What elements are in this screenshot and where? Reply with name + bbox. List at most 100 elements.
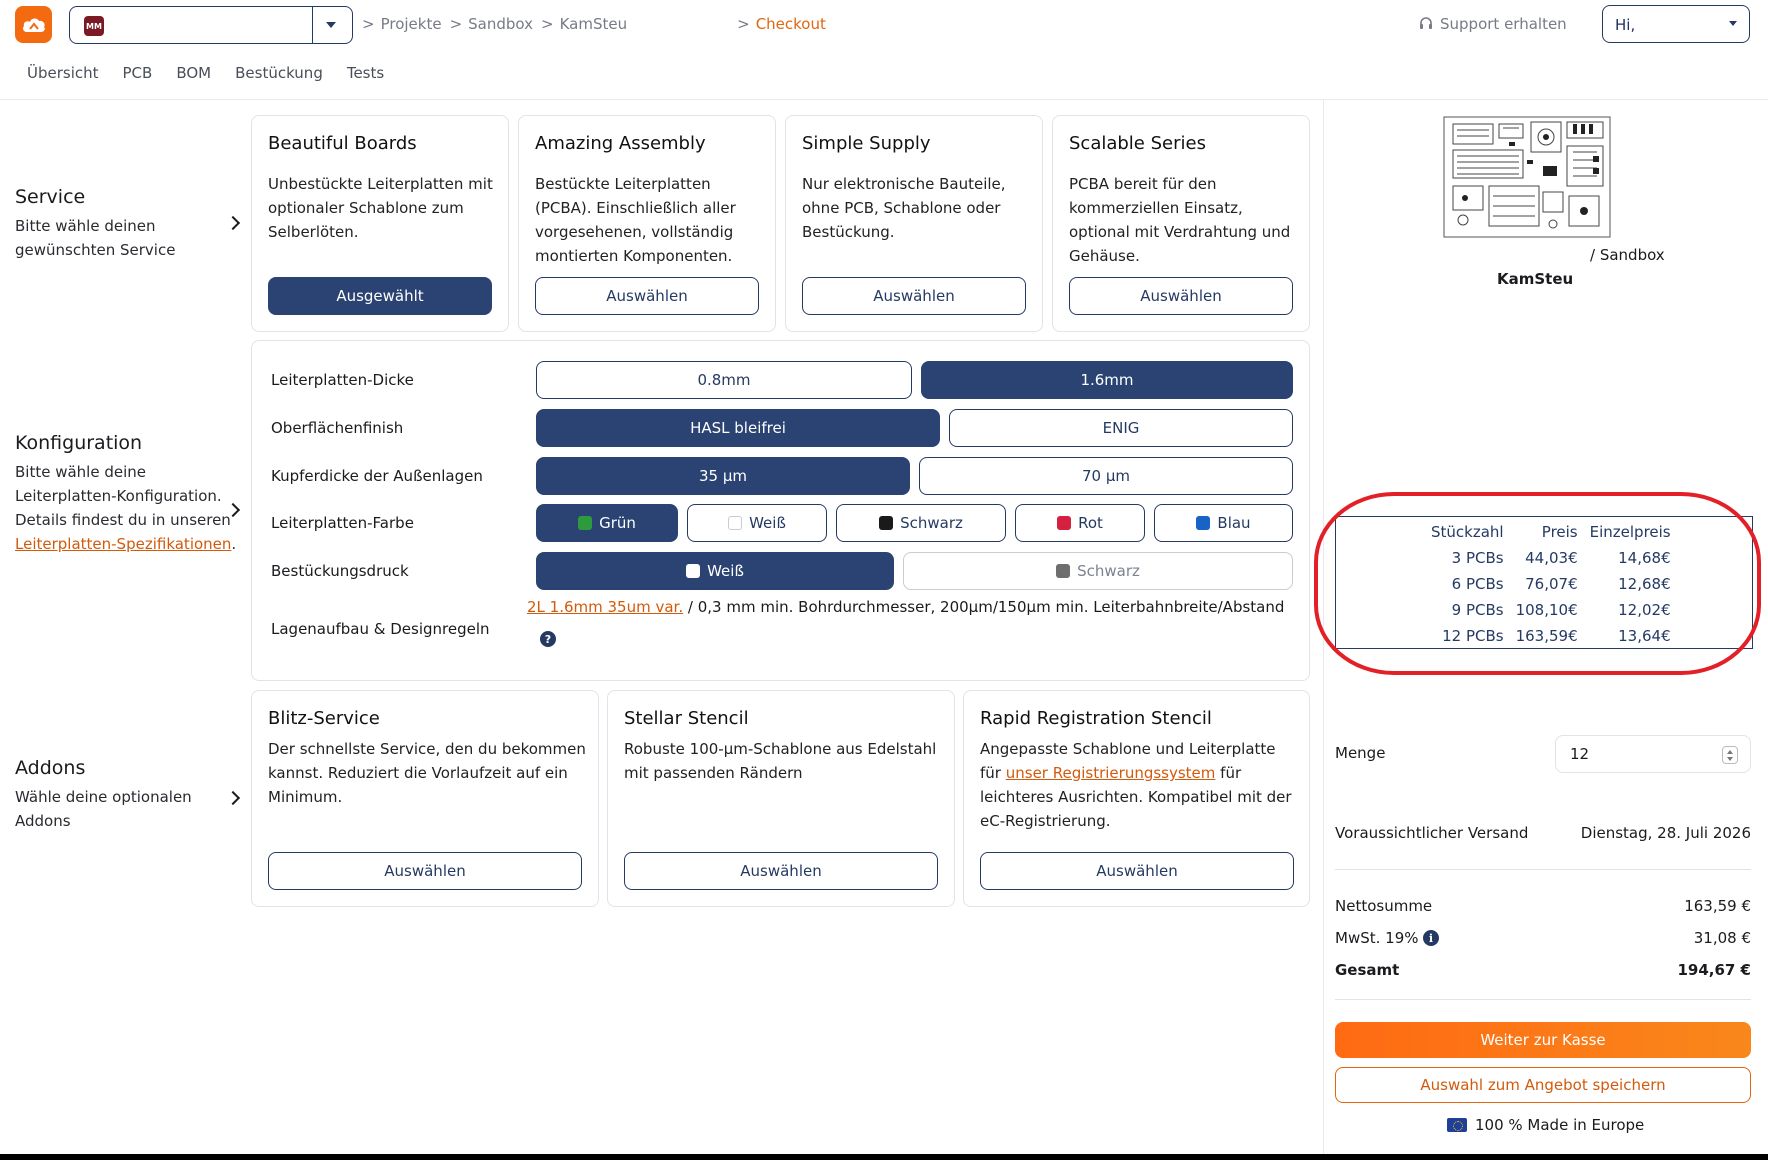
copper-option-70um[interactable]: 70 µm xyxy=(919,457,1293,495)
support-link[interactable]: Support erhalten xyxy=(1418,14,1567,34)
breadcrumb-checkout[interactable]: Checkout xyxy=(756,15,826,33)
red-highlight-annotation xyxy=(1314,492,1761,675)
chevron-down-icon[interactable] xyxy=(326,22,336,28)
select-button[interactable]: Auswählen xyxy=(535,277,759,315)
option-label: Schwarz xyxy=(900,514,963,532)
config-desc: Bitte wähle deine Leiterplatten-Konfigur… xyxy=(15,463,231,529)
tab-pcb[interactable]: PCB xyxy=(123,64,153,82)
service-card-amazing-assembly: Amazing Assembly Bestückte Leiterplatten… xyxy=(518,115,776,332)
copper-label: Kupferdicke der Außenlagen xyxy=(271,467,483,485)
config-desc-block: Bitte wähle deine Leiterplatten-Konfigur… xyxy=(15,460,240,556)
stackup-link[interactable]: 2L 1.6mm 35um var. xyxy=(527,598,683,616)
service-desc: Bitte wähle deinen gewünschten Service xyxy=(15,217,176,259)
tab-bestueckung[interactable]: Bestückung xyxy=(235,64,323,82)
spec-link[interactable]: Leiterplatten-Spezifikationen xyxy=(15,535,231,553)
color-option-weiss[interactable]: Weiß xyxy=(687,504,827,542)
color-swatch xyxy=(1056,564,1071,578)
chevron-down-icon xyxy=(1729,21,1737,26)
color-option-blau[interactable]: Blau xyxy=(1154,504,1293,542)
option-label: Weiß xyxy=(707,562,744,580)
color-swatch xyxy=(879,516,894,530)
stackup-label: Lagenaufbau & Designregeln xyxy=(271,620,490,638)
option-label: Grün xyxy=(599,514,636,532)
service-section-label: Service Bitte wähle deinen gewünschten S… xyxy=(15,186,240,262)
finish-option-hasl[interactable]: HASL bleifrei xyxy=(536,409,940,447)
option-label: Schwarz xyxy=(1077,562,1140,580)
tab-tests[interactable]: Tests xyxy=(347,64,384,82)
card-title: Rapid Registration Stencil xyxy=(980,708,1212,729)
silkscreen-option-schwarz[interactable]: Schwarz xyxy=(903,552,1293,590)
select-button[interactable]: Auswählen xyxy=(802,277,1026,315)
addons-section-label: Addons Wähle deine optionalen Addons xyxy=(15,757,240,833)
quantity-value: 12 xyxy=(1570,745,1590,763)
color-swatch xyxy=(578,516,593,530)
card-title: Beautiful Boards xyxy=(268,133,417,154)
addon-card-rapid-registration-stencil: Rapid Registration Stencil Angepasste Sc… xyxy=(963,690,1310,907)
select-button[interactable]: Auswählen xyxy=(268,852,582,890)
help-icon[interactable]: ? xyxy=(540,631,556,647)
breadcrumb-project[interactable]: KamSteu xyxy=(560,15,628,33)
thickness-option-0-8mm[interactable]: 0.8mm xyxy=(536,361,912,399)
checkout-button[interactable]: Weiter zur Kasse xyxy=(1335,1022,1751,1058)
option-label: Weiß xyxy=(749,514,786,532)
stackup-info: 2L 1.6mm 35um var. / 0,3 mm min. Bohrdur… xyxy=(527,598,1284,616)
made-in-label: 100 % Made in Europe xyxy=(1475,1116,1645,1134)
user-menu[interactable]: Hi, xyxy=(1602,5,1750,43)
project-avatar: MM xyxy=(84,16,104,36)
addons-title: Addons xyxy=(15,757,86,779)
select-button[interactable]: Auswählen xyxy=(624,852,938,890)
vat-value: 31,08 € xyxy=(1693,929,1751,947)
app-window: MM > Projekte > Sandbox > KamSteu > Chec… xyxy=(0,0,1768,1154)
select-button[interactable]: Auswählen xyxy=(980,852,1294,890)
tab-uebersicht[interactable]: Übersicht xyxy=(27,64,99,82)
config-section-label: Konfiguration Bitte wähle deine Leiterpl… xyxy=(15,432,240,556)
color-swatch xyxy=(728,516,743,530)
stepper-icon[interactable] xyxy=(1722,746,1738,764)
net-label: Nettosumme xyxy=(1335,897,1433,915)
info-icon[interactable]: i xyxy=(1423,930,1439,946)
registration-system-link[interactable]: unser Registrierungssystem xyxy=(1006,764,1216,782)
addons-desc: Wähle deine optionalen Addons xyxy=(15,788,192,830)
silkscreen-option-weiss[interactable]: Weiß xyxy=(536,552,894,590)
quantity-input[interactable]: 12 xyxy=(1555,735,1751,773)
user-greeting: Hi, xyxy=(1615,16,1636,34)
breadcrumb-projekte[interactable]: Projekte xyxy=(381,15,442,33)
color-option-gruen[interactable]: Grün xyxy=(536,504,678,542)
copper-option-35um[interactable]: 35 µm xyxy=(536,457,910,495)
color-option-schwarz[interactable]: Schwarz xyxy=(836,504,1006,542)
card-desc: Bestückte Leiterplatten (PCBA). Einschli… xyxy=(535,175,736,265)
shipping-date: Dienstag, 28. Juli 2026 xyxy=(1580,824,1751,842)
config-desc-end: . xyxy=(231,535,237,553)
option-label: 35 µm xyxy=(698,467,747,485)
card-desc: Unbestückte Leiterplatten mit optionaler… xyxy=(268,175,493,241)
quantity-label: Menge xyxy=(1335,744,1386,762)
color-option-rot[interactable]: Rot xyxy=(1015,504,1145,542)
tab-bom[interactable]: BOM xyxy=(176,64,211,82)
silkscreen-label: Bestückungsdruck xyxy=(271,562,409,580)
finish-option-enig[interactable]: ENIG xyxy=(949,409,1293,447)
card-desc: Der schnellste Service, den du bekommen … xyxy=(268,740,586,806)
select-button[interactable]: Auswählen xyxy=(1069,277,1293,315)
thickness-option-1-6mm[interactable]: 1.6mm xyxy=(921,361,1293,399)
config-title: Konfiguration xyxy=(15,432,143,454)
breadcrumb-sandbox[interactable]: Sandbox xyxy=(468,15,533,33)
selected-button[interactable]: Ausgewählt xyxy=(268,277,492,315)
card-title: Blitz-Service xyxy=(268,708,380,729)
sub-navigation: Übersicht PCB BOM Bestückung Tests xyxy=(27,64,408,82)
save-quote-button[interactable]: Auswahl zum Angebot speichern xyxy=(1335,1067,1751,1103)
logo[interactable] xyxy=(15,6,52,43)
option-label: 70 µm xyxy=(1081,467,1130,485)
card-desc: Robuste 100-µm-Schablone aus Edelstahl m… xyxy=(624,740,937,782)
stackup-text: / 0,3 mm min. Bohrdurchmesser, 200µm/150… xyxy=(683,598,1285,616)
project-name: KamSteu xyxy=(1497,270,1574,288)
option-label: HASL bleifrei xyxy=(690,419,786,437)
addon-card-stellar-stencil: Stellar Stencil Robuste 100-µm-Schablone… xyxy=(607,690,955,907)
headset-icon xyxy=(1420,17,1432,29)
service-card-beautiful-boards: Beautiful Boards Unbestückte Leiterplatt… xyxy=(251,115,509,332)
project-select[interactable]: MM xyxy=(69,6,353,44)
option-label: Blau xyxy=(1217,514,1251,532)
vat-label: MwSt. 19% xyxy=(1335,929,1419,947)
total-value: 194,67 € xyxy=(1677,961,1751,979)
card-title: Simple Supply xyxy=(802,133,931,154)
service-title: Service xyxy=(15,186,86,208)
